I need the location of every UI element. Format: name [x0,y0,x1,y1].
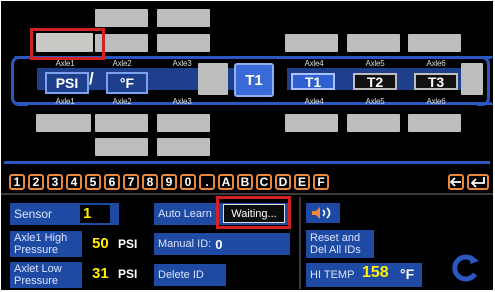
speaker-button[interactable] [306,203,340,223]
hi-temp-value[interactable]: 158 [362,264,389,282]
vertical-divider [299,197,301,289]
keypad-key-dot[interactable]: . [199,174,215,190]
tire-axle6-side[interactable] [461,63,483,95]
chassis-left-bracket [11,56,28,106]
keypad-key-5[interactable]: 5 [85,174,101,190]
high-pressure-unit: PSI [118,237,138,251]
reset-ids-button[interactable]: Reset and Del All IDs [306,230,374,258]
tire-axle2-outer-bottom[interactable] [95,138,148,156]
tire-axle3-side[interactable] [198,63,228,95]
axle-label: Axle3 [172,97,192,106]
tire-axle4-bottom[interactable] [285,114,338,132]
trailer-t1-button[interactable]: T1 [291,73,335,90]
delete-id-label: Delete ID [158,269,204,281]
trailer-t2-button[interactable]: T2 [353,73,397,90]
keypad-key-4[interactable]: 4 [66,174,82,190]
keypad-key-c[interactable]: C [256,174,272,190]
keypad-key-8[interactable]: 8 [142,174,158,190]
refresh-button[interactable] [449,250,485,286]
unit-fahrenheit-button[interactable]: °F [106,72,148,94]
tire-axle3-inner-top[interactable] [157,34,210,52]
tire-axle2-outer-top[interactable] [95,9,148,27]
keypad-key-9[interactable]: 9 [161,174,177,190]
speaker-icon [312,207,331,219]
auto-learn-highlight [216,196,291,229]
low-pressure-label-1: Axlet Low [14,263,62,275]
axle-label: Axle5 [365,97,385,106]
manual-id-label: Manual ID: [158,238,212,250]
keypad-key-e[interactable]: E [294,174,310,190]
divider-line [4,161,490,164]
keypad-key-7[interactable]: 7 [123,174,139,190]
keypad-key-1[interactable]: 1 [9,174,25,190]
hi-temp-unit: °F [400,266,415,282]
delete-id-button[interactable]: Delete ID [154,264,226,286]
axle-label: Axle2 [112,97,132,106]
reset-label-2: Del All IDs [310,244,361,256]
selected-tire-highlight [30,28,105,60]
keypad-key-3[interactable]: 3 [47,174,63,190]
unit-separator: / [89,69,94,88]
manual-id-button[interactable]: Manual ID: 0 [154,233,290,255]
low-pressure-unit: PSI [118,267,138,281]
enter-arrow-icon[interactable] [467,174,489,190]
tpms-screen: Axle1 Axle2 Axle3 Axle4 Axle5 Axle6 PSI … [1,1,493,290]
high-pressure-label-1: Axle1 High [14,232,68,244]
keypad-key-6[interactable]: 6 [104,174,120,190]
tire-axle2-inner-bottom[interactable] [95,114,148,132]
low-pressure-value[interactable]: 31 [92,265,109,282]
tire-axle3-inner-bottom[interactable] [157,114,210,132]
auto-learn-label: Auto Learn [158,208,212,220]
trailer-t3-button[interactable]: T3 [414,73,458,90]
low-pressure-button[interactable]: Axlet Low Pressure [10,262,82,288]
keypad-key-d[interactable]: D [275,174,291,190]
axle-label: Axle4 [304,59,324,68]
axle-label: Axle5 [365,59,385,68]
manual-id-value[interactable]: 0 [215,237,222,252]
axle-label: Axle6 [426,97,446,106]
tire-axle1-bottom[interactable] [36,114,91,132]
refresh-icon [452,254,479,282]
keypad-key-f[interactable]: F [313,174,329,190]
hi-temp-label: HI TEMP [310,269,355,281]
axle-label: Axle6 [426,59,446,68]
trailer-t1-main-button[interactable]: T1 [234,63,274,97]
keypad-key-b[interactable]: B [237,174,253,190]
divider-line [1,193,493,195]
keypad-key-0[interactable]: 0 [180,174,196,190]
tire-axle5-bottom[interactable] [347,114,400,132]
axle-label: Axle2 [112,59,132,68]
tire-axle6-bottom[interactable] [408,114,461,132]
backspace-arrow-icon[interactable] [448,174,464,190]
keypad-key-a[interactable]: A [218,174,234,190]
high-pressure-value[interactable]: 50 [92,235,109,252]
low-pressure-label-2: Pressure [14,275,59,287]
unit-psi-button[interactable]: PSI [45,72,89,94]
tire-axle3-outer-bottom[interactable] [157,138,210,156]
axle-label: Axle4 [304,97,324,106]
tire-axle4-top[interactable] [285,34,338,52]
tire-axle3-outer-top[interactable] [157,9,210,27]
reset-label-1: Reset and [310,232,361,244]
keypad-key-2[interactable]: 2 [28,174,44,190]
sensor-value: 1 [83,205,92,222]
sensor-label: Sensor [14,207,53,221]
axle-label: Axle1 [55,97,75,106]
tire-axle5-top[interactable] [347,34,400,52]
tire-axle6-top[interactable] [408,34,461,52]
high-pressure-label-2: Pressure [14,244,59,256]
high-pressure-button[interactable]: Axle1 High Pressure [10,231,82,257]
axle-label: Axle1 [55,59,75,68]
